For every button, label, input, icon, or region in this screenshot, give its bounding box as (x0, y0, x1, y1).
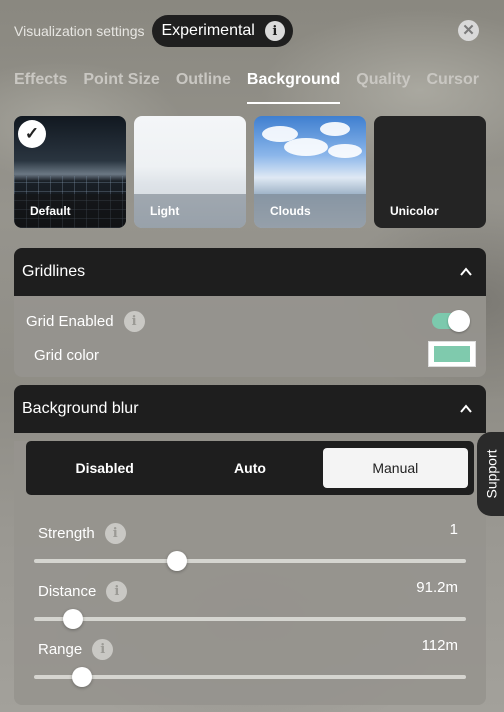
grid-color-fill (434, 346, 470, 362)
background-options: ✓ Default Light Clouds Unicolor (14, 116, 486, 228)
grid-color-swatch[interactable] (428, 341, 476, 367)
visualization-settings-panel: Visualization settings Experimental i ✕ … (0, 0, 504, 712)
chevron-up-icon[interactable] (460, 403, 472, 415)
grid-enabled-row: Grid Enabled i (14, 304, 486, 338)
strength-slider-block: Strength i 1 (14, 511, 486, 571)
range-slider[interactable] (34, 667, 466, 687)
background-blur-title: Background blur (22, 400, 139, 417)
grid-color-row: Grid color (14, 338, 486, 372)
panel-header: Visualization settings Experimental i (14, 14, 293, 48)
experimental-label: Experimental (161, 22, 255, 39)
panel-title: Visualization settings (14, 23, 145, 39)
close-icon[interactable]: ✕ (458, 20, 479, 41)
distance-slider-handle[interactable] (62, 609, 83, 629)
strength-label: Strength (38, 525, 95, 542)
background-option-label: Unicolor (390, 204, 439, 218)
info-icon[interactable]: i (104, 523, 126, 544)
range-label: Range (38, 641, 83, 658)
grid-enabled-label: Grid Enabled (26, 312, 114, 330)
cloud-shape (328, 144, 362, 158)
toggle-knob (448, 310, 470, 332)
background-blur-section: Background blur Disabled Auto Manual Str… (14, 385, 486, 705)
strength-slider-handle[interactable] (166, 551, 187, 571)
blur-mode-disabled[interactable]: Disabled (32, 448, 177, 488)
strength-label-row: Strength i (38, 523, 126, 544)
checkmark-icon: ✓ (18, 120, 46, 148)
background-blur-body: Disabled Auto Manual Strength i 1 Distan… (14, 441, 486, 705)
grid-color-label: Grid color (34, 346, 100, 364)
chevron-up-icon[interactable] (460, 266, 472, 278)
gridlines-header[interactable]: Gridlines (14, 248, 486, 296)
grid-enabled-toggle[interactable] (432, 310, 470, 332)
gridlines-body: Grid Enabled i Grid color (14, 296, 486, 377)
background-option-label: Default (14, 194, 126, 228)
range-value: 112m (421, 637, 458, 654)
distance-label: Distance (38, 583, 97, 600)
background-option-label: Light (134, 194, 246, 228)
strength-slider[interactable] (34, 551, 466, 571)
background-option-default[interactable]: ✓ Default (14, 116, 126, 228)
support-label: Support (484, 449, 501, 499)
background-option-light[interactable]: Light (134, 116, 246, 228)
info-icon[interactable]: i (92, 639, 114, 660)
experimental-badge[interactable]: Experimental i (152, 15, 293, 47)
range-slider-block: Range i 112m (14, 627, 486, 687)
blur-mode-selector: Disabled Auto Manual (26, 441, 474, 495)
range-slider-handle[interactable] (71, 667, 92, 687)
gridlines-title: Gridlines (22, 263, 86, 280)
background-option-label: Clouds (254, 194, 366, 228)
info-icon[interactable]: i (106, 581, 128, 602)
info-icon[interactable]: i (123, 310, 145, 332)
range-label-row: Range i (38, 639, 114, 660)
info-icon[interactable]: i (264, 21, 285, 41)
tab-cursor[interactable]: Cursor (427, 70, 479, 104)
support-button[interactable]: Support (477, 432, 504, 516)
background-option-clouds[interactable]: Clouds (254, 116, 366, 228)
distance-label-row: Distance i (38, 581, 128, 602)
gridlines-section: Gridlines Grid Enabled i Grid color (14, 248, 486, 377)
blur-mode-manual[interactable]: Manual (322, 448, 468, 488)
settings-tabs: Effects Point Size Outline Background Qu… (14, 70, 495, 104)
tab-background[interactable]: Background (246, 70, 341, 104)
tab-outline[interactable]: Outline (176, 70, 231, 104)
background-blur-header[interactable]: Background blur (14, 385, 486, 433)
blur-mode-auto[interactable]: Auto (177, 448, 322, 488)
tab-effects[interactable]: Effects (14, 70, 67, 104)
cloud-shape (320, 122, 350, 136)
background-option-unicolor[interactable]: Unicolor (374, 116, 486, 228)
distance-value: 91.2m (416, 579, 458, 596)
cloud-shape (284, 138, 328, 156)
strength-value: 1 (449, 521, 458, 538)
distance-slider[interactable] (34, 609, 466, 629)
tab-quality[interactable]: Quality (356, 70, 410, 104)
tab-point-size[interactable]: Point Size (83, 70, 159, 104)
distance-slider-block: Distance i 91.2m (14, 569, 486, 629)
